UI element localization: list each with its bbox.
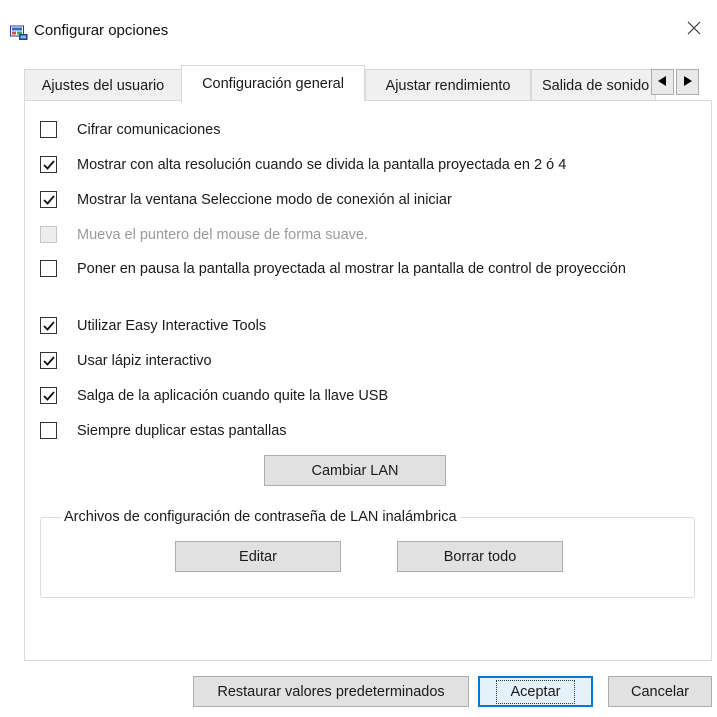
checkmark-icon (42, 194, 55, 205)
checkmark-icon (42, 320, 55, 331)
checkbox (40, 226, 57, 243)
option-label: Salga de la aplicación cuando quite la l… (77, 388, 389, 404)
option-encrypt-communications[interactable]: Cifrar comunicaciones (40, 120, 677, 140)
tab-scroll-right-button[interactable] (676, 69, 699, 95)
checkbox[interactable] (40, 191, 57, 208)
option-pause-projected-screen[interactable]: Poner en pausa la pantalla proyectada al… (40, 259, 657, 279)
button-label: Editar (239, 548, 277, 565)
tab-scroll-left-button[interactable] (651, 69, 674, 95)
projector-app-icon (10, 25, 28, 41)
triangle-right-icon (683, 74, 692, 90)
option-smooth-mouse-pointer: Mueva el puntero del mouse de forma suav… (40, 225, 677, 245)
checkbox[interactable] (40, 317, 57, 334)
tab-label: Configuración general (202, 76, 344, 92)
option-always-duplicate-screens[interactable]: Siempre duplicar estas pantallas (40, 421, 677, 441)
checkmark-icon (42, 159, 55, 170)
option-easy-interactive-tools[interactable]: Utilizar Easy Interactive Tools (40, 316, 677, 336)
option-high-resolution-split[interactable]: Mostrar con alta resolución cuando se di… (40, 155, 677, 175)
title-bar: Configurar opciones (0, 0, 717, 64)
option-label: Poner en pausa la pantalla proyectada al… (77, 261, 626, 277)
option-label: Mostrar con alta resolución cuando se di… (77, 157, 567, 173)
button-label: Cambiar LAN (311, 462, 399, 479)
tab-general-settings[interactable]: Configuración general (181, 65, 365, 102)
checkbox[interactable] (40, 422, 57, 439)
option-label: Cifrar comunicaciones (77, 122, 221, 138)
checkbox[interactable] (40, 156, 57, 173)
option-label: Mueva el puntero del mouse de forma suav… (77, 227, 368, 243)
button-label: Aceptar (495, 679, 576, 704)
option-exit-on-usb-removal[interactable]: Salga de la aplicación cuando quite la l… (40, 386, 677, 406)
checkbox[interactable] (40, 387, 57, 404)
tab-performance[interactable]: Ajustar rendimiento (365, 69, 531, 101)
checkbox[interactable] (40, 260, 57, 277)
option-label: Utilizar Easy Interactive Tools (77, 318, 267, 334)
checkmark-icon (42, 390, 55, 401)
general-settings-panel: Cifrar comunicaciones Mostrar con alta r… (24, 100, 712, 661)
close-button[interactable] (671, 12, 717, 48)
checkbox[interactable] (40, 352, 57, 369)
button-label: Borrar todo (443, 548, 517, 565)
restore-defaults-button[interactable]: Restaurar valores predeterminados (193, 676, 469, 707)
option-label: Usar lápiz interactivo (77, 353, 212, 369)
cancel-button[interactable]: Cancelar (608, 676, 712, 707)
window-title: Configurar opciones (34, 22, 169, 39)
tab-label: Ajustar rendimiento (385, 77, 511, 94)
button-label: Cancelar (630, 683, 690, 700)
group-legend: Archivos de configuración de contraseña … (61, 508, 460, 526)
close-icon (687, 21, 701, 39)
tab-label: Ajustes del usuario (41, 77, 165, 94)
tab-label: Salida de sonido (542, 77, 650, 94)
tab-user-settings[interactable]: Ajustes del usuario (24, 69, 182, 101)
change-lan-button[interactable]: Cambiar LAN (264, 455, 446, 486)
tab-sound-output[interactable]: Salida de sonido (531, 69, 656, 101)
option-show-connection-mode-window[interactable]: Mostrar la ventana Seleccione modo de co… (40, 190, 677, 210)
option-label: Mostrar la ventana Seleccione modo de co… (77, 192, 452, 208)
checkmark-icon (42, 355, 55, 366)
accept-button[interactable]: Aceptar (478, 676, 593, 707)
tab-strip: Ajustes del usuario Configuración genera… (24, 65, 712, 102)
edit-button[interactable]: Editar (175, 541, 341, 572)
option-interactive-pen[interactable]: Usar lápiz interactivo (40, 351, 677, 371)
triangle-left-icon (658, 74, 667, 90)
option-label: Siempre duplicar estas pantallas (77, 423, 287, 439)
delete-all-button[interactable]: Borrar todo (397, 541, 563, 572)
wireless-lan-password-group (40, 517, 695, 598)
checkbox[interactable] (40, 121, 57, 138)
button-label: Restaurar valores predeterminados (217, 683, 445, 700)
